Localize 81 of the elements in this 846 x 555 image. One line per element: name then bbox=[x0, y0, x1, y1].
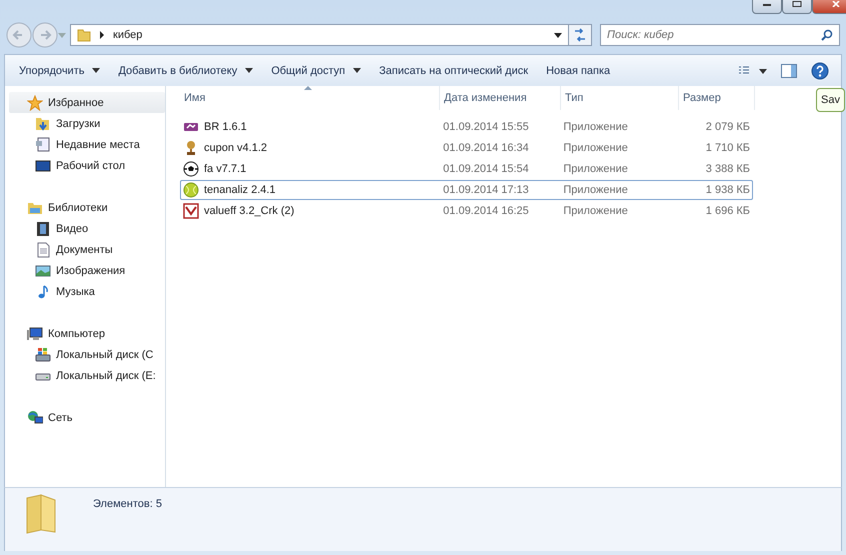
column-header[interactable]: Размер bbox=[679, 86, 755, 110]
address-bar[interactable]: кибер bbox=[70, 24, 569, 46]
type-cell-text: Приложение bbox=[562, 184, 629, 196]
sidebar-item[interactable]: Музыка bbox=[5, 281, 165, 302]
search-icon bbox=[821, 29, 833, 41]
file-row[interactable]: tenanaliz 2.4.1 01.09.2014 17:13 Приложение 1 938 КБ bbox=[180, 180, 753, 200]
file-name: BR 1.6.1 bbox=[204, 121, 247, 133]
sidebar-item[interactable]: Сеть bbox=[9, 407, 165, 428]
sidebar-item[interactable]: Библиотеки bbox=[9, 197, 165, 218]
minimize-icon bbox=[762, 1, 772, 7]
file-row[interactable]: valueff 3.2_Crk (2) 01.09.2014 16:25 Приложение 1 696 КБ bbox=[180, 201, 753, 221]
date-cell-text: 01.09.2014 16:34 bbox=[442, 142, 530, 154]
preview-pane-icon bbox=[781, 64, 797, 78]
sidebar-item[interactable]: Документы bbox=[5, 239, 165, 260]
type-cell-text: Приложение bbox=[562, 205, 629, 217]
size-cell-text: 1 710 КБ bbox=[704, 142, 751, 154]
help-icon bbox=[811, 62, 829, 80]
folder-icon bbox=[77, 28, 91, 42]
file-row[interactable]: cupon v4.1.2 01.09.2014 16:34 Приложение 1 710 КБ bbox=[180, 138, 753, 158]
date-cell-text: 01.09.2014 15:55 bbox=[442, 121, 530, 133]
soccer-ball-icon bbox=[183, 161, 199, 177]
file-name: tenanaliz 2.4.1 bbox=[204, 184, 276, 196]
size-cell-text: 1 696 КБ bbox=[704, 205, 751, 217]
file-row[interactable]: BR 1.6.1 01.09.2014 15:55 Приложение 2 079 КБ bbox=[180, 117, 753, 137]
type-cell-text: Приложение bbox=[562, 142, 629, 154]
toolbar-button[interactable]: Новая папка bbox=[538, 60, 618, 80]
sidebar-item[interactable]: Недавние места bbox=[5, 134, 165, 155]
size-cell-text: 1 938 КБ bbox=[704, 184, 751, 196]
caret-icon[interactable] bbox=[554, 32, 562, 38]
desktop-icon bbox=[35, 158, 51, 174]
search-field[interactable]: Поиск: кибер bbox=[600, 24, 840, 46]
recent-places-icon bbox=[35, 136, 51, 152]
toolbar-button[interactable]: Записать на оптический диск bbox=[371, 60, 536, 80]
sidebar-item[interactable]: Избранное bbox=[9, 92, 165, 113]
maximize-icon bbox=[792, 1, 802, 7]
type-cell-text: Приложение bbox=[562, 121, 629, 133]
item-count: Элементов: 5 bbox=[93, 498, 162, 510]
file-name: fa v7.7.1 bbox=[204, 163, 246, 175]
caret-icon bbox=[353, 68, 362, 73]
downloads-folder-icon bbox=[35, 116, 51, 132]
tennis-ball-icon bbox=[183, 182, 199, 198]
file-name: valueff 3.2_Crk (2) bbox=[204, 205, 294, 217]
size-cell-text: 3 388 КБ bbox=[704, 163, 751, 175]
caret-icon bbox=[92, 68, 100, 73]
list-view-icon bbox=[739, 66, 767, 76]
minimize-button[interactable] bbox=[752, 0, 782, 14]
sidebar-item[interactable]: Видео bbox=[5, 218, 165, 239]
column-header[interactable]: Тип bbox=[561, 86, 679, 110]
star-icon bbox=[27, 94, 43, 110]
picture-icon bbox=[35, 262, 51, 278]
film-icon bbox=[35, 220, 51, 236]
refresh-button[interactable] bbox=[568, 24, 592, 46]
sidebar-item[interactable]: Компьютер bbox=[9, 323, 165, 344]
size-cell-text: 2 079 КБ bbox=[704, 121, 751, 133]
address-path: кибер bbox=[113, 29, 142, 41]
computer-icon bbox=[27, 326, 43, 342]
file-row[interactable]: fa v7.7.1 01.09.2014 15:54 Приложение 3 388 КБ bbox=[180, 159, 753, 179]
date-cell-text: 01.09.2014 16:25 bbox=[442, 205, 530, 217]
sidebar-item[interactable]: Загрузки bbox=[5, 113, 165, 134]
tooltip: Sav bbox=[816, 88, 845, 112]
date-cell-text: 01.09.2014 15:54 bbox=[442, 163, 530, 175]
sidebar-item[interactable]: Изображения bbox=[5, 260, 165, 281]
caret-icon bbox=[245, 68, 254, 73]
network-icon bbox=[27, 410, 43, 426]
chevron-icon bbox=[99, 31, 105, 39]
sidebar-item[interactable]: Локальный диск (С bbox=[5, 344, 165, 365]
close-icon bbox=[831, 1, 841, 7]
system-drive-icon bbox=[35, 346, 51, 362]
maximize-button[interactable] bbox=[782, 0, 812, 14]
document-icon bbox=[35, 242, 51, 258]
toolbar-button[interactable]: Упорядочить bbox=[11, 60, 108, 80]
app-icon bbox=[183, 203, 199, 219]
column-header[interactable]: Дата изменения bbox=[440, 86, 561, 110]
date-cell-text: 01.09.2014 17:13 bbox=[442, 184, 530, 196]
toolbar-button[interactable]: Добавить в библиотеку bbox=[110, 60, 262, 80]
sidebar-item[interactable]: Рабочий стол bbox=[5, 155, 165, 176]
type-cell-text: Приложение bbox=[562, 163, 629, 175]
toolbar-button[interactable]: Общий доступ bbox=[263, 60, 370, 80]
sidebar-item[interactable]: Локальный диск (E: bbox=[5, 365, 165, 386]
file-name: cupon v4.1.2 bbox=[204, 142, 267, 154]
refresh-icon bbox=[572, 28, 588, 42]
